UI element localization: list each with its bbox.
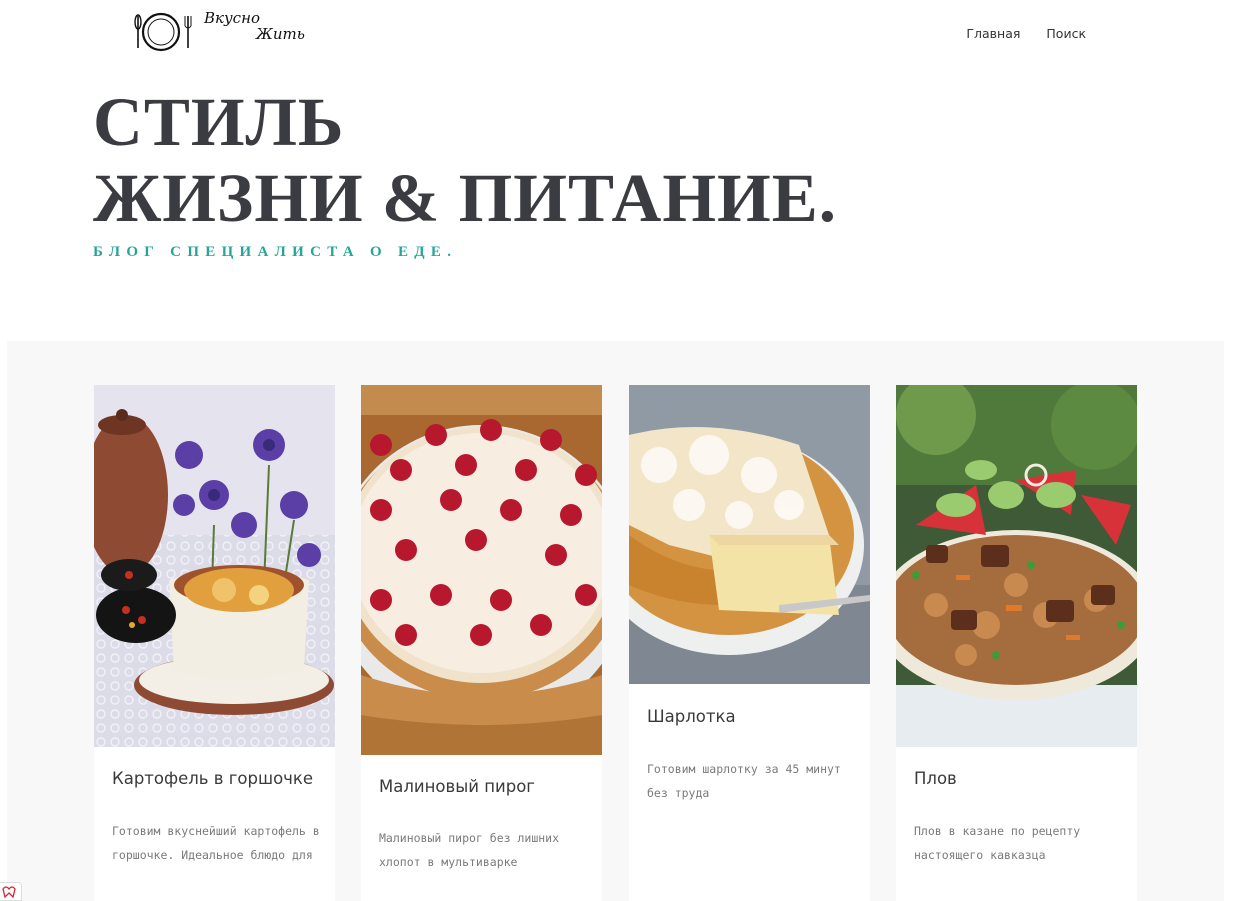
post-image[interactable] [629, 385, 870, 684]
post-image[interactable] [94, 385, 335, 747]
post-image[interactable] [361, 385, 602, 755]
site-logo[interactable]: Вкусно Жить [132, 8, 312, 56]
post-card[interactable]: Малиновый пирог Малиновый пирог без лишн… [361, 385, 602, 901]
post-excerpt: Плов в казане по рецепту настоящего кавк… [914, 824, 1081, 862]
nav-search-link[interactable]: Поиск [1046, 26, 1086, 41]
plate-cutlery-icon [134, 12, 192, 52]
post-title[interactable]: Картофель в горшочке [112, 769, 313, 788]
ribbon-icon [2, 886, 16, 899]
hero-title: СТИЛЬ ЖИЗНИ & ПИТАНИЕ. [93, 84, 837, 236]
logo-line2: Жить [256, 25, 305, 43]
post-excerpt: Готовим вкуснейший картофель в горшочке.… [112, 824, 320, 862]
posts-section: Картофель в горшочке Готовим вкуснейший … [7, 341, 1224, 901]
post-title[interactable]: Малиновый пирог [379, 777, 535, 796]
logo-line1: Вкусно [204, 9, 260, 27]
post-card[interactable]: Плов Плов в казане по рецепту настоящего… [896, 385, 1137, 901]
post-card[interactable]: Шарлотка Готовим шарлотку за 45 минут бе… [629, 385, 870, 901]
main-nav: Главная Поиск [966, 26, 1086, 41]
site-header: Вкусно Жить Главная Поиск [0, 0, 1236, 68]
corner-badge[interactable] [0, 882, 22, 901]
post-excerpt: Готовим шарлотку за 45 минут без труда [647, 762, 841, 800]
post-image[interactable] [896, 385, 1137, 747]
post-title[interactable]: Плов [914, 769, 957, 788]
post-card[interactable]: Картофель в горшочке Готовим вкуснейший … [94, 385, 335, 901]
hero-title-line2: ЖИЗНИ & ПИТАНИЕ. [93, 160, 838, 236]
hero-subtitle: БЛОГ СПЕЦИАЛИСТА О ЕДЕ. [93, 244, 458, 260]
hero-title-line1: СТИЛЬ [93, 84, 345, 160]
nav-home-link[interactable]: Главная [966, 26, 1020, 41]
post-excerpt: Малиновый пирог без лишних хлопот в муль… [379, 831, 560, 869]
hero: СТИЛЬ ЖИЗНИ & ПИТАНИЕ. БЛОГ СПЕЦИАЛИСТА … [93, 84, 837, 261]
post-title[interactable]: Шарлотка [647, 707, 736, 726]
